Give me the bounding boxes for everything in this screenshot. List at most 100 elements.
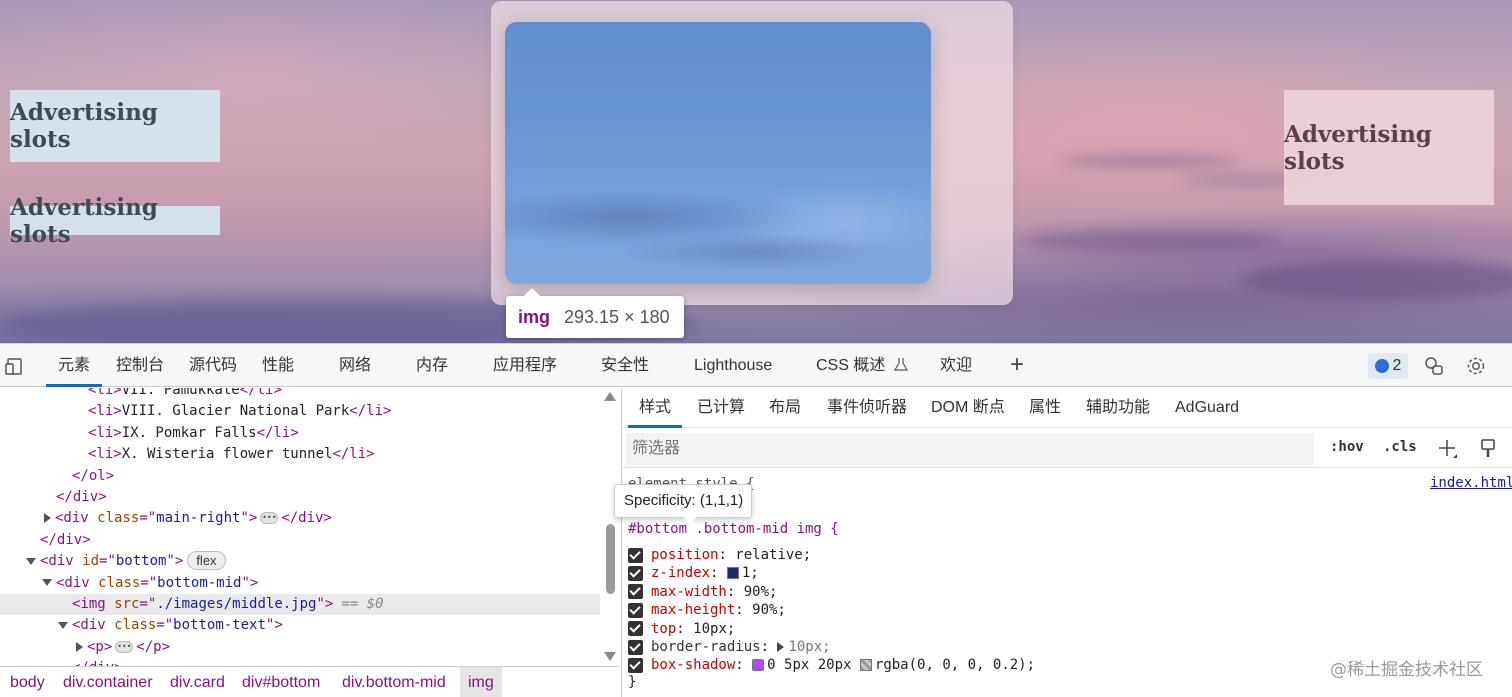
- property-value[interactable]: 10px;: [788, 639, 830, 655]
- collapse-arrow-icon[interactable]: [42, 579, 52, 587]
- collapsed-children-icon[interactable]: •••: [260, 512, 279, 525]
- scroll-up-icon[interactable]: [604, 392, 616, 401]
- property-value[interactable]: 0 5px 20px: [767, 657, 851, 673]
- issues-counter[interactable]: 2: [1368, 353, 1408, 379]
- dom-node[interactable]: <li>VIII. Glacier National Park</li>: [0, 401, 600, 422]
- dom-node[interactable]: </div>: [0, 487, 600, 508]
- property-name[interactable]: max-height: [651, 602, 735, 618]
- declaration-checkbox[interactable]: [628, 584, 643, 600]
- property-name[interactable]: max-width: [651, 584, 727, 600]
- breadcrumb-body[interactable]: body: [10, 667, 45, 697]
- dom-node[interactable]: <li>IX. Pomkar Falls</li>: [0, 423, 600, 444]
- declaration-position[interactable]: position: relative;: [628, 546, 811, 565]
- collapsed-children-icon[interactable]: •••: [115, 640, 134, 653]
- rule-selector[interactable]: #bottom .bottom-mid img {: [628, 520, 839, 539]
- elements-scrollbar[interactable]: [603, 392, 617, 662]
- property-value[interactable]: 90%;: [752, 602, 786, 618]
- collapse-arrow-icon[interactable]: [26, 557, 36, 565]
- dom-node[interactable]: <p> ••• </p>: [0, 637, 600, 658]
- subtab-accessibility[interactable]: 辅助功能: [1086, 388, 1150, 428]
- declaration-checkbox[interactable]: [628, 602, 643, 618]
- property-name[interactable]: z-index: [651, 565, 710, 581]
- advertising-slot[interactable]: Advertising slots: [10, 90, 220, 162]
- property-value[interactable]: relative;: [735, 547, 811, 563]
- scroll-down-icon[interactable]: [604, 652, 616, 661]
- property-value[interactable]: 90%;: [744, 584, 778, 600]
- dom-node[interactable]: </div>: [0, 530, 600, 551]
- dom-node[interactable]: <li>X. Wisteria flower tunnel</li>: [0, 444, 600, 465]
- subtab-computed[interactable]: 已计算: [697, 388, 745, 428]
- advertising-slot[interactable]: Advertising slots: [1284, 90, 1494, 205]
- dom-node[interactable]: </ol>: [0, 466, 600, 487]
- subtab-adguard[interactable]: AdGuard: [1175, 388, 1239, 428]
- hov-toggle[interactable]: :hov: [1330, 439, 1364, 455]
- elements-tree[interactable]: <li>VII. Pamukkale</li> <li>VIII. Glacier…: [0, 388, 620, 666]
- dom-node[interactable]: <div class="bottom-text">: [0, 615, 600, 636]
- tab-css-overview[interactable]: CSS 概述: [816, 344, 908, 387]
- expand-arrow-icon[interactable]: [76, 641, 83, 652]
- cls-toggle[interactable]: .cls: [1383, 439, 1417, 455]
- declaration-checkbox[interactable]: [628, 657, 643, 673]
- new-style-rule-icon[interactable]: [1437, 438, 1459, 460]
- breadcrumb-div-container[interactable]: div.container: [63, 667, 153, 697]
- declaration-checkbox[interactable]: [628, 547, 643, 563]
- tab-network[interactable]: 网络: [339, 344, 371, 387]
- subtab-layout[interactable]: 布局: [769, 388, 801, 428]
- tab-lighthouse[interactable]: Lighthouse: [694, 344, 772, 387]
- declaration-box-shadow[interactable]: box-shadow: 0 5px 20px rgba(0, 0, 0, 0.2…: [628, 656, 1035, 675]
- declaration-max-width[interactable]: max-width: 90%;: [628, 583, 777, 602]
- tab-application[interactable]: 应用程序: [493, 344, 557, 387]
- selected-node[interactable]: <img src="./images/middle.jpg"> == $0: [0, 594, 600, 615]
- breadcrumb-div-bottom[interactable]: div#bottom: [242, 667, 320, 697]
- expand-shorthand-icon[interactable]: [777, 642, 785, 652]
- dom-node[interactable]: </div>: [0, 658, 600, 666]
- declaration-checkbox[interactable]: [628, 621, 643, 637]
- stacking-context-icon[interactable]: [726, 567, 739, 580]
- dom-node[interactable]: <div class="bottom-mid">: [0, 573, 600, 594]
- dom-node[interactable]: <div id="bottom"> flex: [0, 551, 600, 572]
- property-value[interactable]: 10px;: [693, 621, 735, 637]
- breadcrumb-img[interactable]: img: [460, 667, 502, 697]
- dom-node[interactable]: <li>VII. Pamukkale</li>: [0, 388, 600, 401]
- declaration-border-radius[interactable]: border-radius: 10px;: [628, 638, 831, 657]
- subtab-properties[interactable]: 属性: [1029, 388, 1061, 428]
- device-toggle-icon[interactable]: [5, 356, 25, 376]
- advertising-slot[interactable]: Advertising slots: [10, 194, 220, 248]
- scrollbar-thumb[interactable]: [606, 524, 615, 594]
- declaration-max-height[interactable]: max-height: 90%;: [628, 601, 786, 620]
- paint-brush-icon[interactable]: [1478, 438, 1498, 460]
- flex-badge[interactable]: flex: [187, 551, 226, 571]
- property-name[interactable]: border-radius: [651, 639, 761, 655]
- tab-elements[interactable]: 元素: [46, 344, 103, 387]
- property-name[interactable]: top: [651, 621, 676, 637]
- shadow-editor-icon[interactable]: [752, 659, 765, 672]
- tab-performance[interactable]: 性能: [262, 344, 294, 387]
- tab-welcome[interactable]: 欢迎: [940, 344, 972, 387]
- tab-console[interactable]: 控制台: [116, 344, 164, 387]
- property-name[interactable]: position: [651, 547, 718, 563]
- subtab-event-listeners[interactable]: 事件侦听器: [827, 388, 907, 428]
- declaration-checkbox[interactable]: [628, 565, 643, 581]
- breadcrumb-div-bottom-mid[interactable]: div.bottom-mid: [342, 667, 446, 697]
- tab-sources[interactable]: 源代码: [189, 344, 237, 387]
- subtab-styles[interactable]: 样式: [628, 388, 683, 428]
- styles-filter-input[interactable]: [626, 433, 1314, 465]
- dom-node[interactable]: <div class="main-right"> ••• </div>: [0, 508, 600, 529]
- shadow-color-value[interactable]: rgba(0, 0, 0, 0.2);: [875, 657, 1035, 673]
- tab-security[interactable]: 安全性: [601, 344, 649, 387]
- breadcrumb-div-card[interactable]: div.card: [170, 667, 225, 697]
- expand-arrow-icon[interactable]: [44, 513, 51, 524]
- declaration-z-index[interactable]: z-index: 1;: [628, 564, 759, 583]
- subtab-dom-breakpoints[interactable]: DOM 断点: [931, 388, 1005, 428]
- collapse-arrow-icon[interactable]: [58, 621, 68, 629]
- tab-memory[interactable]: 内存: [416, 344, 448, 387]
- more-tabs-plus-icon[interactable]: +: [1010, 352, 1024, 378]
- declaration-checkbox[interactable]: [628, 639, 643, 655]
- feedback-icon[interactable]: [1423, 355, 1445, 377]
- declaration-top[interactable]: top: 10px;: [628, 620, 735, 639]
- rule-source-link[interactable]: index.html: [1430, 475, 1512, 491]
- settings-gear-icon[interactable]: [1465, 355, 1487, 377]
- property-value[interactable]: 1;: [742, 565, 759, 581]
- property-name[interactable]: box-shadow: [651, 657, 735, 673]
- color-swatch-icon[interactable]: [859, 659, 872, 672]
